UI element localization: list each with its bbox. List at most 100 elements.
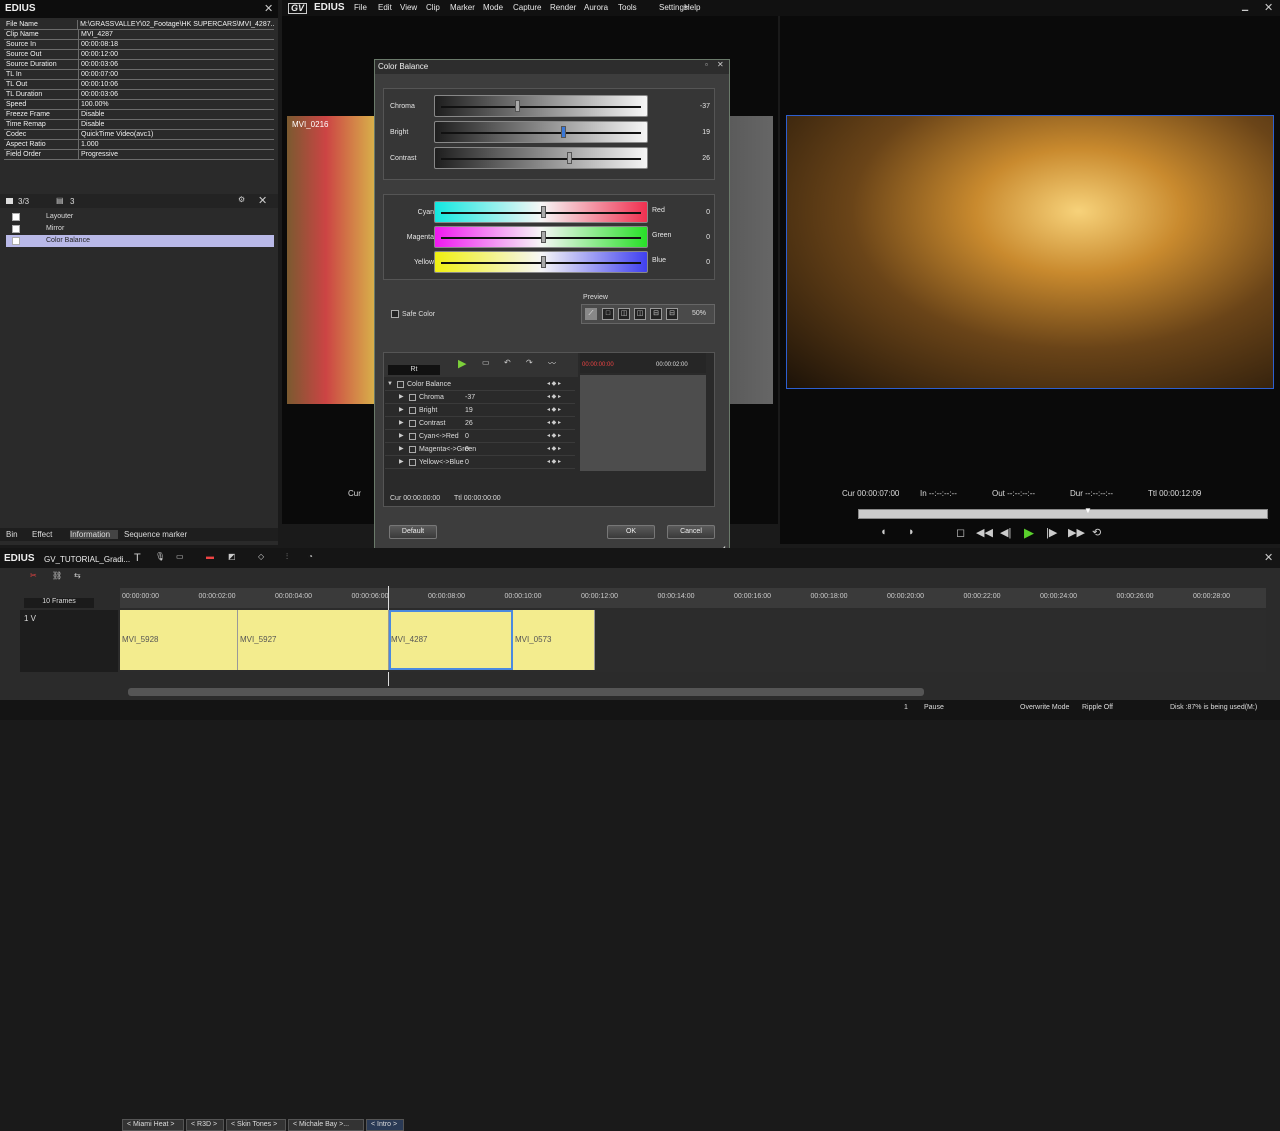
step-back-icon[interactable]: ◀|	[1000, 526, 1011, 539]
panel-tab[interactable]: Sequence marker	[124, 530, 194, 539]
menu-marker[interactable]: Marker	[450, 3, 475, 12]
menu-capture[interactable]: Capture	[513, 3, 541, 12]
preview-toggle-icon[interactable]: ⟋	[585, 308, 597, 320]
preview-split-bottom-icon[interactable]: ⊟	[666, 308, 678, 320]
keyframe-select[interactable]: Rt	[388, 365, 440, 375]
trim-icon[interactable]: ◩	[228, 552, 236, 561]
timeline-clip[interactable]: MVI_5927	[238, 610, 389, 670]
menu-render[interactable]: Render	[550, 3, 576, 12]
panel-tab[interactable]: Bin	[6, 530, 26, 539]
slider-knob[interactable]	[515, 100, 520, 112]
graph-icon[interactable]: 〰	[548, 358, 556, 369]
slider-knob[interactable]	[541, 256, 546, 268]
keyframe-row[interactable]: ▶ Yellow<->Blue 0 ◂ ◆ ▸	[385, 456, 575, 469]
menu-help[interactable]: Help	[684, 3, 700, 12]
rewind-icon[interactable]: ◀◀	[976, 526, 993, 539]
keyframe-checkbox[interactable]	[409, 394, 416, 401]
timeline-close-icon[interactable]: ✕	[1264, 551, 1273, 564]
menu-mode[interactable]: Mode	[483, 3, 503, 12]
slider-track[interactable]	[434, 147, 648, 169]
keyframe-nav-icon[interactable]: ◂ ◆ ▸	[547, 417, 561, 430]
delete-icon[interactable]: ✕	[258, 194, 267, 207]
cut-icon[interactable]: ✂	[30, 571, 37, 580]
safe-color-checkbox[interactable]	[391, 310, 399, 318]
mixer-icon[interactable]: ⫶	[286, 552, 288, 562]
slider-knob[interactable]	[541, 206, 546, 218]
sequence-tab[interactable]: < Skin Tones >	[226, 1119, 286, 1131]
expand-icon[interactable]: ▶	[399, 404, 404, 417]
loop-icon[interactable]: ⟲	[1092, 526, 1101, 539]
close-icon[interactable]: ✕	[264, 2, 273, 15]
keyframe-nav-icon[interactable]: ◂ ◆ ▸	[547, 404, 561, 417]
keyframe-row[interactable]: ▶ Contrast 26 ◂ ◆ ▸	[385, 417, 575, 430]
menu-view[interactable]: View	[400, 3, 417, 12]
timeline-clip[interactable]: MVI_0573	[513, 610, 595, 670]
effect-item[interactable]: Color Balance	[6, 235, 274, 247]
fast-forward-icon[interactable]: ▶▶	[1068, 526, 1085, 539]
slider-track[interactable]	[434, 95, 648, 117]
text-tool-icon[interactable]: T	[134, 552, 141, 564]
recorder-scrub-bar[interactable]	[858, 509, 1268, 519]
keyframe-checkbox[interactable]	[409, 420, 416, 427]
expand-icon[interactable]: ▶	[399, 391, 404, 404]
expand-icon[interactable]: ▶	[399, 417, 404, 430]
keyframe-play-icon[interactable]: ▶	[458, 357, 466, 370]
default-button[interactable]: Default	[389, 525, 437, 539]
mic-icon[interactable]: 🎙	[155, 552, 165, 561]
ok-button[interactable]: OK	[607, 525, 655, 539]
sequence-tab[interactable]: < Michale Bay >...	[288, 1119, 364, 1131]
sequence-tab[interactable]: < Miami Heat >	[122, 1119, 184, 1131]
keyframe-row[interactable]: ▶ Cyan<->Red 0 ◂ ◆ ▸	[385, 430, 575, 443]
mark-in-icon[interactable]: ◖	[880, 526, 887, 538]
menu-aurora[interactable]: Aurora	[584, 3, 608, 12]
play-icon[interactable]: ▶	[1024, 525, 1034, 541]
scrub-handle-icon[interactable]: ▼	[1084, 506, 1092, 515]
panel-tab[interactable]: Information	[70, 530, 118, 539]
settings-icon[interactable]: ⚙	[238, 195, 245, 204]
stop-icon[interactable]: ◻	[956, 526, 965, 539]
restore-icon[interactable]: ▫	[705, 60, 708, 69]
keyframe-nav-icon[interactable]: ◂ ◆ ▸	[547, 443, 561, 456]
group-icon[interactable]: ⇆	[74, 571, 81, 580]
keyframe-nav-icon[interactable]: ◂ ◆ ▸	[547, 456, 561, 469]
timeline-scrollbar[interactable]	[128, 688, 924, 696]
minimize-icon[interactable]: ▁	[1242, 2, 1248, 11]
keyframe-row[interactable]: ▶ Chroma -37 ◂ ◆ ▸	[385, 391, 575, 404]
effect-item[interactable]: Layouter	[6, 211, 274, 223]
link-icon[interactable]: ⛓	[52, 571, 62, 580]
slider-track[interactable]	[434, 121, 648, 143]
preview-split-vertical-icon[interactable]: ◫	[618, 308, 630, 320]
preview-split-horizontal-icon[interactable]: ⊟	[650, 308, 662, 320]
keyframe-row[interactable]: ▶ Magenta<->Green 0 ◂ ◆ ▸	[385, 443, 575, 456]
clock-icon[interactable]: ◔	[308, 552, 313, 561]
effect-checkbox[interactable]	[12, 237, 20, 245]
step-forward-icon[interactable]: |▶	[1046, 526, 1057, 539]
dialog-close-icon[interactable]: ✕	[717, 60, 724, 69]
preview-split-left-icon[interactable]: ◫	[634, 308, 646, 320]
undo-icon[interactable]: ↶	[504, 358, 511, 367]
effect-item[interactable]: Mirror	[6, 223, 274, 235]
menu-edit[interactable]: Edit	[378, 3, 392, 12]
close-window-icon[interactable]: ✕	[1264, 1, 1273, 14]
keyframe-nav-icon[interactable]: ◂ ◆ ▸	[547, 391, 561, 404]
menu-tools[interactable]: Tools	[618, 3, 637, 12]
mark-out-icon[interactable]: ◗	[908, 526, 915, 538]
slider-knob[interactable]	[567, 152, 572, 164]
marker-icon[interactable]: ◇	[258, 552, 264, 561]
keyframe-checkbox[interactable]	[409, 433, 416, 440]
sequence-tab[interactable]: < Intro >	[366, 1119, 404, 1131]
redo-icon[interactable]: ↷	[526, 358, 533, 367]
keyframe-checkbox[interactable]	[409, 407, 416, 414]
keyframe-checkbox[interactable]	[409, 459, 416, 466]
timeline-clip[interactable]: MVI_5928	[120, 610, 238, 670]
panel-tab[interactable]: Effect	[32, 530, 64, 539]
keyframe-row[interactable]: ▼ Color Balance ◂ ◆ ▸	[385, 378, 575, 391]
expand-icon[interactable]: ▶	[399, 456, 404, 469]
expand-icon[interactable]: ▼	[387, 378, 393, 391]
expand-icon[interactable]: ▶	[399, 430, 404, 443]
keyframe-nav-icon[interactable]: ◂ ◆ ▸	[547, 378, 561, 391]
slider-knob[interactable]	[561, 126, 566, 138]
effect-checkbox[interactable]	[12, 225, 20, 233]
effect-checkbox[interactable]	[12, 213, 20, 221]
keyframe-nav-icon[interactable]: ◂ ◆ ▸	[547, 430, 561, 443]
